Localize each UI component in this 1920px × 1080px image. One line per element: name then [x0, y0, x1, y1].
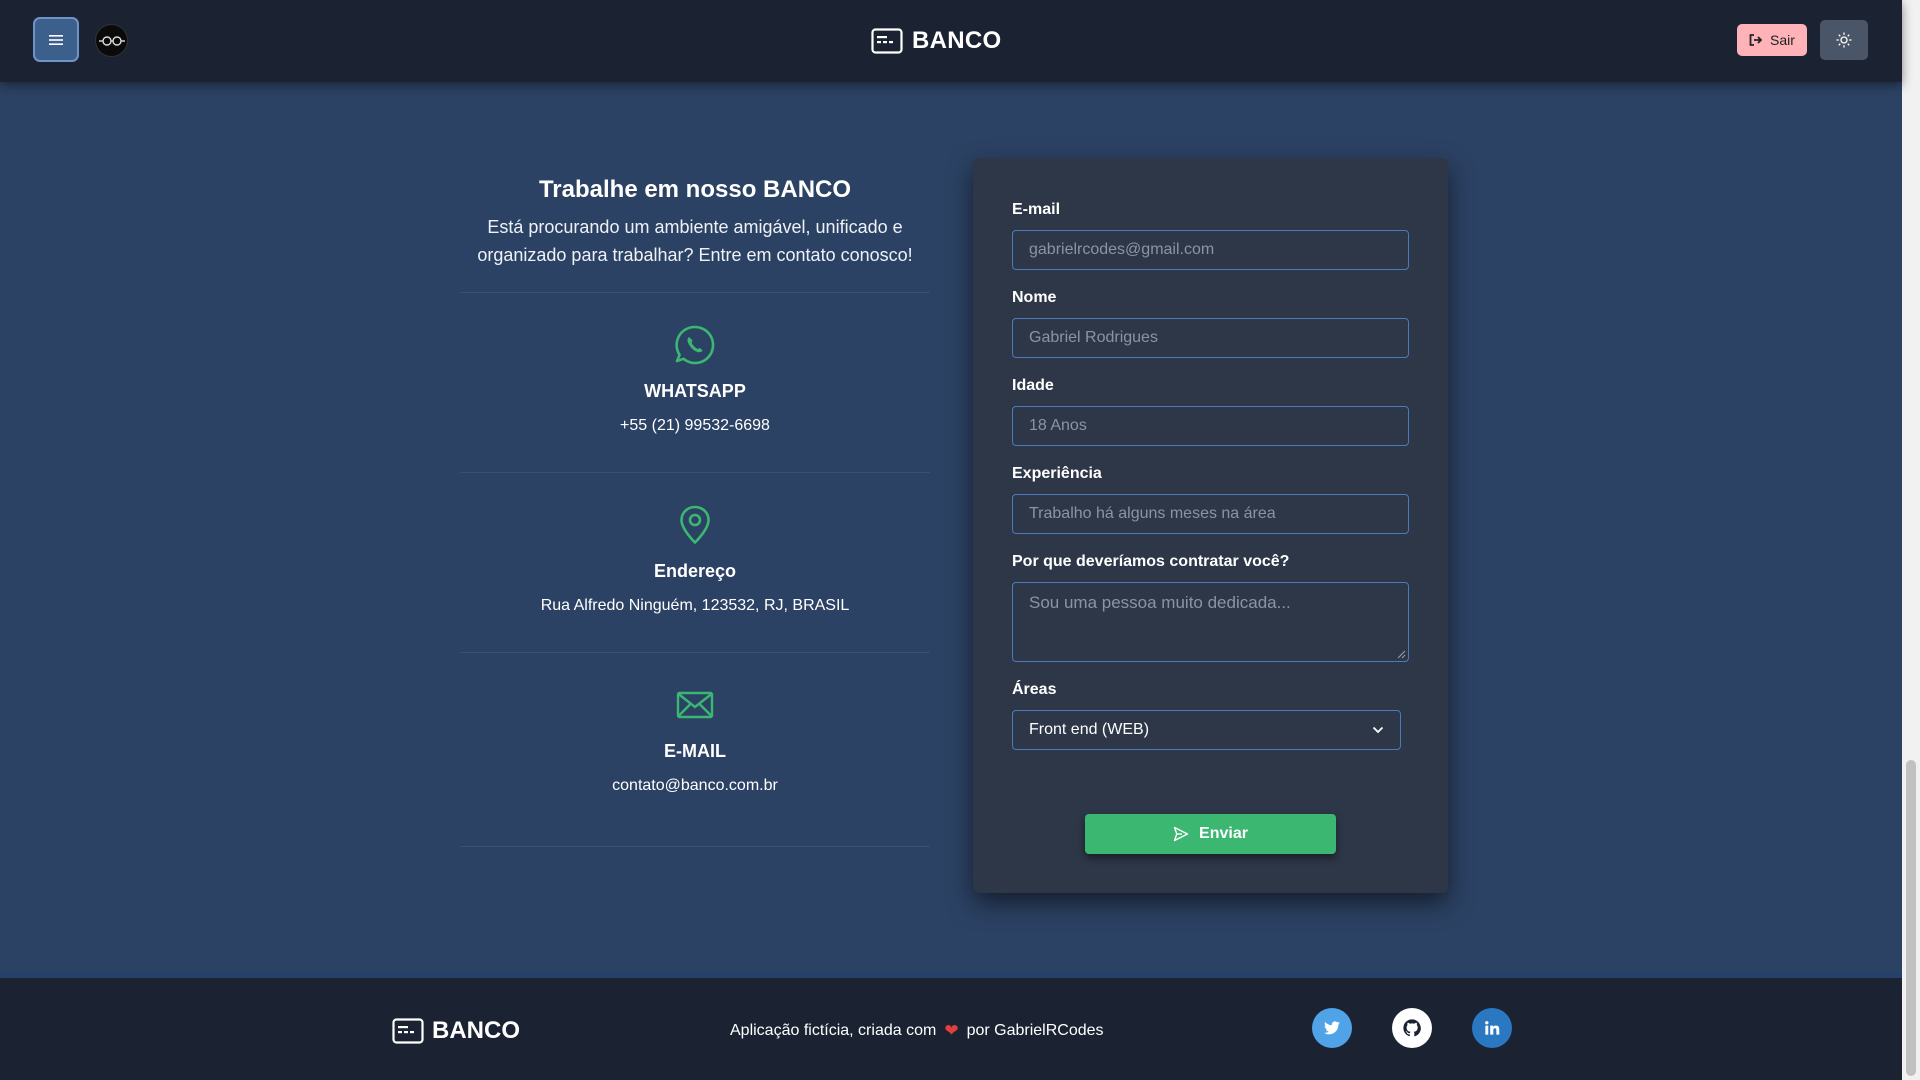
footer-brand[interactable]: BANCO — [392, 1017, 520, 1045]
page-scrollbar[interactable] — [1902, 0, 1920, 1080]
credit-suffix: por GabrielRCodes — [966, 1022, 1104, 1039]
reason-label: Por que deveríamos contratar você? — [1012, 553, 1290, 570]
email-block: E-MAIL contato@banco.com.br — [460, 652, 930, 847]
envelope-icon — [676, 691, 714, 719]
areas-select[interactable]: Front end (WEB) — [1012, 710, 1401, 750]
footer: BANCO Aplicação fictícia, criada com ❤ p… — [0, 978, 1902, 1080]
resize-grip-icon[interactable] — [1397, 650, 1406, 659]
whatsapp-number: +55 (21) 99532-6698 — [620, 417, 770, 434]
areas-selected-value: Front end (WEB) — [1029, 721, 1150, 738]
whatsapp-heading: WHATSAPP — [644, 381, 746, 401]
name-label: Nome — [1012, 289, 1057, 306]
reason-textarea[interactable]: Sou uma pessoa muito dedicada... — [1012, 582, 1409, 662]
age-label: Idade — [1012, 377, 1054, 394]
twitter-icon — [1324, 1021, 1340, 1035]
linkedin-icon — [1485, 1021, 1500, 1035]
theme-toggle-button[interactable] — [1820, 20, 1868, 60]
job-application-form: E-mail gabrielrcodes@gmail.com Nome Gabr… — [973, 158, 1448, 893]
scrollbar-thumb[interactable] — [1906, 760, 1916, 1076]
github-link[interactable] — [1392, 1008, 1432, 1048]
sign-out-icon — [1749, 34, 1763, 46]
chevron-down-icon — [1372, 726, 1384, 734]
contact-info: Trabalhe em nosso BANCO Está procurando … — [460, 176, 930, 847]
avatar[interactable] — [95, 24, 128, 57]
brand-name: BANCO — [912, 27, 1002, 54]
whatsapp-icon — [675, 325, 715, 365]
card-icon — [392, 1018, 424, 1044]
hamburger-icon — [49, 34, 63, 45]
experience-label: Experiência — [1012, 465, 1102, 482]
footer-brand-name: BANCO — [432, 1017, 520, 1044]
address-text: Rua Alfredo Ninguém, 123532, RJ, BRASIL — [540, 597, 850, 614]
heart-icon: ❤ — [944, 1021, 959, 1040]
reason-placeholder: Sou uma pessoa muito dedicada... — [1029, 593, 1291, 612]
name-field[interactable]: Gabriel Rodrigues — [1012, 318, 1409, 358]
submit-label: Enviar — [1199, 825, 1248, 842]
twitter-link[interactable] — [1312, 1008, 1352, 1048]
card-icon — [871, 28, 903, 54]
linkedin-link[interactable] — [1472, 1008, 1512, 1048]
areas-label: Áreas — [1012, 681, 1057, 698]
address-block: Endereço Rua Alfredo Ninguém, 123532, RJ… — [460, 472, 930, 652]
menu-button[interactable] — [33, 17, 79, 62]
whatsapp-block: WHATSAPP +55 (21) 99532-6698 — [460, 292, 930, 472]
experience-field[interactable]: Trabalho há alguns meses na área — [1012, 494, 1409, 534]
github-icon — [1403, 1019, 1421, 1037]
location-pin-icon — [680, 505, 710, 545]
address-heading: Endereço — [653, 561, 737, 581]
email-label: E-mail — [1012, 201, 1061, 218]
logout-button[interactable]: Sair — [1737, 24, 1807, 56]
top-navbar: BANCO Sair — [0, 0, 1902, 82]
email-field[interactable]: gabrielrcodes@gmail.com — [1012, 230, 1409, 270]
brand-logo[interactable]: BANCO — [871, 23, 1002, 59]
send-icon — [1173, 826, 1189, 842]
footer-credit: Aplicação fictícia, criada com ❤ por Gab… — [730, 1021, 1104, 1041]
submit-button[interactable]: Enviar — [1085, 814, 1336, 854]
info-description: Está procurando um ambiente amigável, un… — [477, 217, 913, 265]
sun-icon — [1836, 32, 1852, 48]
email-heading: E-MAIL — [664, 741, 726, 761]
email-address: contato@banco.com.br — [612, 777, 778, 794]
glasses-avatar-icon — [98, 35, 125, 46]
logout-label: Sair — [1770, 32, 1795, 48]
info-title: Trabalhe em nosso BANCO — [538, 176, 852, 203]
credit-prefix: Aplicação fictícia, criada com — [730, 1022, 937, 1039]
age-field[interactable]: 18 Anos — [1012, 406, 1409, 446]
